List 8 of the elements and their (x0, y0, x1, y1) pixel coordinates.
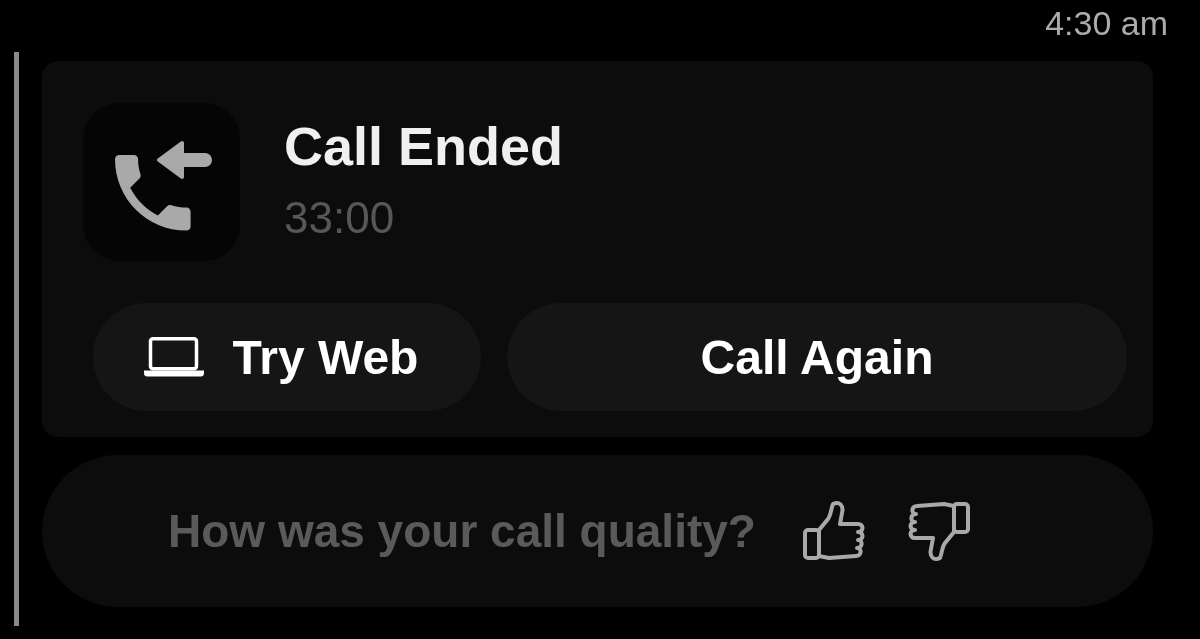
thumbs-up-icon[interactable] (802, 499, 867, 563)
call-again-button[interactable]: Call Again (507, 303, 1127, 411)
call-status-title: Call Ended (284, 115, 564, 178)
laptop-icon (143, 337, 204, 377)
try-web-button[interactable]: Try Web (93, 303, 481, 411)
call-quality-prompt: How was your call quality? (168, 504, 756, 558)
call-duration: 33:00 (284, 192, 395, 244)
timestamp: 4:30 am (1045, 3, 1168, 43)
